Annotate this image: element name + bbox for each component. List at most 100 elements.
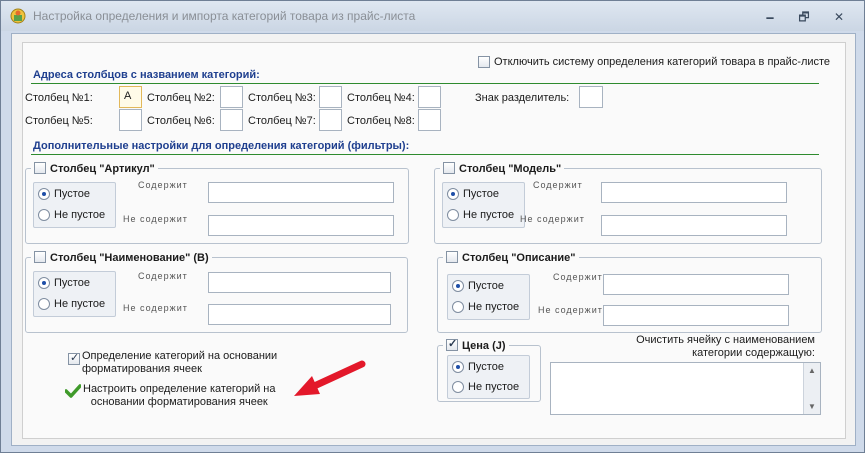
price-empty-radio[interactable] [452, 361, 464, 373]
article-group-header: Столбец "Артикул" [31, 162, 158, 175]
disable-system-checkbox[interactable] [478, 56, 490, 68]
model-contains-label: Содержит [533, 180, 583, 190]
col4-label: Столбец №4: [347, 92, 415, 104]
clear-cell-line1: Очистить ячейку с наименованием [636, 334, 815, 346]
col5-label: Столбец №5: [25, 115, 93, 127]
format-based-line1: Определение категорий на основании [82, 350, 278, 362]
col7-input[interactable] [319, 109, 342, 131]
format-based-label: Определение категорий на основании форма… [82, 350, 277, 376]
model-group-label: Столбец "Модель" [459, 163, 562, 175]
col1-label: Столбец №1: [25, 92, 93, 104]
description-empty-radio[interactable] [452, 280, 464, 292]
name-not-empty-label: Не пустое [54, 298, 106, 310]
app-icon [10, 8, 26, 24]
client-area: Отключить систему определения категорий … [11, 33, 856, 446]
description-not-empty-label: Не пустое [468, 301, 520, 313]
col7-label: Столбец №7: [248, 115, 316, 127]
description-not-contains-input[interactable] [603, 305, 789, 326]
name-group-header: Столбец "Наименование" (B) [31, 251, 212, 264]
col8-input[interactable] [418, 109, 441, 131]
model-contains-input[interactable] [601, 182, 787, 203]
article-not-empty-label: Не пустое [54, 209, 106, 221]
name-contains-input[interactable] [208, 272, 391, 293]
scroll-down-icon[interactable]: ▼ [808, 402, 816, 411]
description-group-label: Столбец "Описание" [462, 252, 576, 264]
model-empty-radio[interactable] [447, 188, 459, 200]
article-checkbox[interactable] [34, 162, 46, 174]
model-not-contains-input[interactable] [601, 215, 787, 236]
article-contains-label: Содержит [138, 180, 188, 190]
article-not-empty-radio[interactable] [38, 209, 50, 221]
minimize-button[interactable]: 🗕 [759, 9, 781, 25]
description-not-empty-radio[interactable] [452, 301, 464, 313]
description-contains-input[interactable] [603, 274, 789, 295]
columns-section-title: Адреса столбцов с названием категорий: [33, 69, 260, 81]
format-based-checkbox[interactable] [68, 351, 80, 365]
filters-section-title: Дополнительные настройки для определения… [33, 140, 410, 152]
close-button[interactable]: ✕ [828, 9, 850, 25]
col3-label: Столбец №3: [248, 92, 316, 104]
col1-input[interactable]: А [119, 86, 142, 108]
model-not-empty-radio[interactable] [447, 209, 459, 221]
model-group-header: Столбец "Модель" [440, 162, 565, 175]
name-empty-radio[interactable] [38, 277, 50, 289]
format-link-line2: основании форматирования ячеек [90, 396, 268, 408]
col6-label: Столбец №6: [147, 115, 215, 127]
model-empty-label: Пустое [463, 188, 499, 200]
settings-window: Настройка определения и импорта категори… [0, 0, 865, 453]
col8-label: Столбец №8: [347, 115, 415, 127]
description-checkbox[interactable] [446, 251, 458, 263]
columns-divider [31, 83, 819, 84]
filters-divider [31, 154, 819, 155]
checkmark-icon [65, 384, 81, 398]
format-link-line1: Настроить определение категорий на [83, 383, 276, 395]
col2-label: Столбец №2: [147, 92, 215, 104]
clear-cell-label: Очистить ячейку с наименованием категори… [593, 334, 815, 360]
col4-input[interactable] [418, 86, 441, 108]
description-contains-label: Содержит [553, 272, 603, 282]
model-not-empty-label: Не пустое [463, 209, 515, 221]
col1-value: А [124, 90, 132, 102]
disable-system-label: Отключить систему определения категорий … [494, 56, 831, 68]
article-not-contains-label: Не содержит [123, 214, 188, 224]
title-bar[interactable]: Настройка определения и импорта категори… [1, 1, 864, 31]
separator-label: Знак разделитель: [475, 92, 570, 104]
model-checkbox[interactable] [443, 162, 455, 174]
article-empty-label: Пустое [54, 188, 90, 200]
clear-cell-line2: категории содержащую: [692, 347, 815, 359]
price-not-empty-radio[interactable] [452, 381, 464, 393]
red-arrow-icon [294, 360, 366, 396]
price-not-empty-label: Не пустое [468, 381, 520, 393]
restore-button[interactable]: 🗗 [793, 9, 815, 25]
description-group-header: Столбец "Описание" [443, 251, 579, 264]
price-group-label: Цена (J) [462, 340, 506, 352]
col6-input[interactable] [220, 109, 243, 131]
article-not-contains-input[interactable] [208, 215, 394, 236]
name-not-contains-label: Не содержит [123, 303, 188, 313]
format-settings-link[interactable]: Настроить определение категорий на основ… [83, 383, 275, 409]
col2-input[interactable] [220, 86, 243, 108]
textarea-scrollbar[interactable]: ▲ ▼ [803, 363, 820, 414]
col5-input[interactable] [119, 109, 142, 131]
article-group-label: Столбец "Артикул" [50, 163, 155, 175]
window-title: Настройка определения и импорта категори… [33, 9, 416, 23]
separator-input[interactable] [579, 86, 603, 108]
description-empty-label: Пустое [468, 280, 504, 292]
settings-panel: Отключить систему определения категорий … [22, 42, 846, 439]
description-not-contains-label: Не содержит [538, 305, 603, 315]
scroll-up-icon[interactable]: ▲ [808, 366, 816, 375]
name-not-empty-radio[interactable] [38, 298, 50, 310]
name-checkbox[interactable] [34, 251, 46, 263]
price-checkbox[interactable] [446, 337, 458, 351]
name-empty-label: Пустое [54, 277, 90, 289]
name-group-label: Столбец "Наименование" (B) [50, 252, 209, 264]
price-group-header: Цена (J) [443, 337, 509, 352]
name-contains-label: Содержит [138, 271, 188, 281]
article-contains-input[interactable] [208, 182, 394, 203]
col3-input[interactable] [319, 86, 342, 108]
price-empty-label: Пустое [468, 361, 504, 373]
name-not-contains-input[interactable] [208, 304, 391, 325]
model-not-contains-label: Не содержит [520, 214, 585, 224]
article-empty-radio[interactable] [38, 188, 50, 200]
clear-cell-textarea[interactable]: ▲ ▼ [550, 362, 821, 415]
